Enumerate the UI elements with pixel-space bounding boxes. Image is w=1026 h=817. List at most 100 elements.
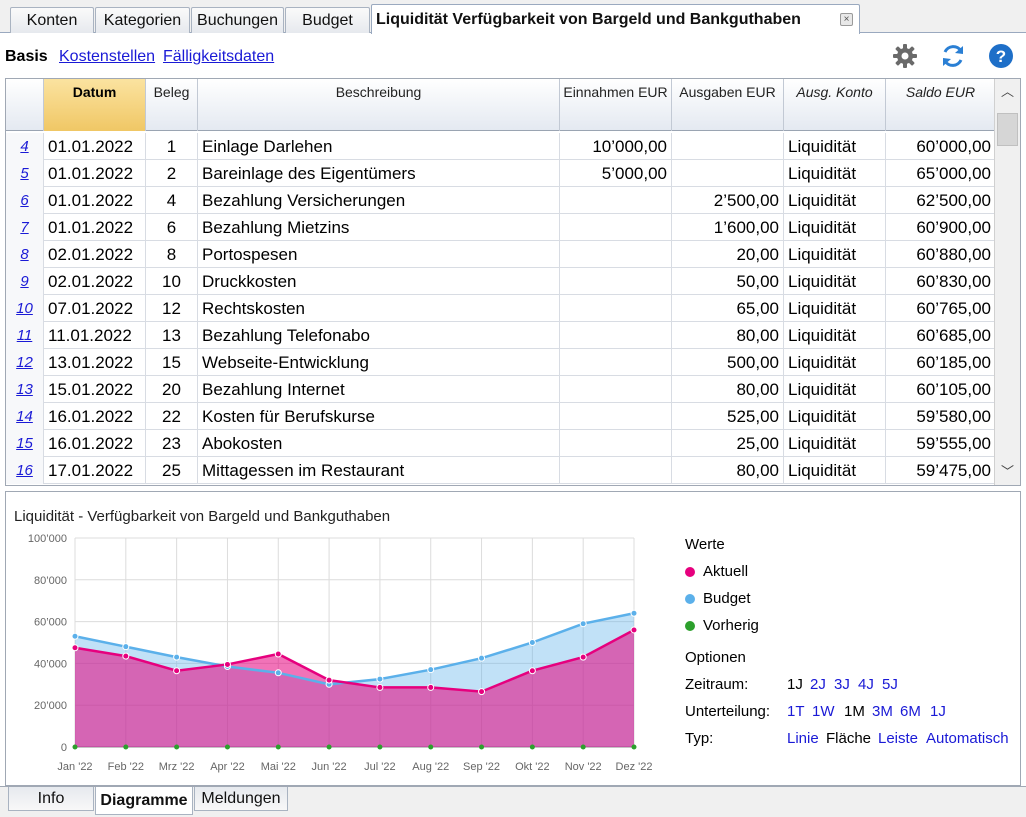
cell-beleg[interactable]: 2 <box>146 160 198 187</box>
legend-item-aktuell[interactable]: Aktuell <box>685 563 748 580</box>
cell-beleg[interactable]: 13 <box>146 322 198 349</box>
cell-beschreibung[interactable]: Abokosten <box>198 430 560 457</box>
cell-datum[interactable]: 01.01.2022 <box>44 214 146 241</box>
table-row[interactable]: 7 01.01.2022 6 Bezahlung Mietzins 1’600,00 Li… <box>6 214 996 241</box>
tab-meldungen[interactable]: Meldungen <box>194 787 288 811</box>
cell-saldo[interactable]: 60’900,00 <box>886 214 996 241</box>
row-number[interactable]: 10 <box>6 295 44 322</box>
table-row[interactable]: 4 01.01.2022 1 Einlage Darlehen 10’000,00 Liq… <box>6 133 996 160</box>
scroll-thumb[interactable] <box>997 113 1018 146</box>
zeitraum-4j[interactable]: 4J <box>858 676 874 693</box>
table-row[interactable]: 8 02.01.2022 8 Portospesen 20,00 Liquidität 60… <box>6 241 996 268</box>
unterteilung-3m[interactable]: 3M <box>872 703 893 720</box>
cell-konto[interactable]: Liquidität <box>784 349 886 376</box>
view-kostenstellen[interactable]: Kostenstellen <box>59 48 155 66</box>
cell-datum[interactable]: 16.01.2022 <box>44 403 146 430</box>
cell-ausgaben[interactable] <box>672 133 784 160</box>
cell-saldo[interactable]: 60’765,00 <box>886 295 996 322</box>
help-icon[interactable]: ? <box>987 42 1015 70</box>
cell-beschreibung[interactable]: Portospesen <box>198 241 560 268</box>
typ-linie[interactable]: Linie <box>787 730 819 747</box>
cell-konto[interactable]: Liquidität <box>784 376 886 403</box>
tab-budget[interactable]: Budget <box>285 7 370 33</box>
unterteilung-1w[interactable]: 1W <box>812 703 835 720</box>
cell-saldo[interactable]: 65’000,00 <box>886 160 996 187</box>
zeitraum-3j[interactable]: 3J <box>834 676 850 693</box>
cell-konto[interactable]: Liquidität <box>784 295 886 322</box>
cell-ausgaben[interactable]: 500,00 <box>672 349 784 376</box>
cell-beschreibung[interactable]: Bezahlung Versicherungen <box>198 187 560 214</box>
table-row[interactable]: 11 11.01.2022 13 Bezahlung Telefonabo 80,00 L… <box>6 322 996 349</box>
zeitraum-2j[interactable]: 2J <box>810 676 826 693</box>
row-number[interactable]: 15 <box>6 430 44 457</box>
unterteilung-1m[interactable]: 1M <box>844 703 865 720</box>
table-row[interactable]: 6 01.01.2022 4 Bezahlung Versicherungen 2’50… <box>6 187 996 214</box>
close-icon[interactable]: × <box>840 13 853 26</box>
table-row[interactable]: 14 16.01.2022 22 Kosten für Berufskurse 525,… <box>6 403 996 430</box>
row-number[interactable]: 4 <box>6 133 44 160</box>
table-row[interactable]: 12 13.01.2022 15 Webseite-Entwicklung 500,00… <box>6 349 996 376</box>
view-faelligkeitsdaten[interactable]: Fälligkeitsdaten <box>163 48 274 66</box>
header-datum[interactable]: Datum <box>44 79 146 131</box>
unterteilung-1t[interactable]: 1T <box>787 703 805 720</box>
legend-item-vorherig[interactable]: Vorherig <box>685 617 759 634</box>
cell-beleg[interactable]: 4 <box>146 187 198 214</box>
cell-datum[interactable]: 02.01.2022 <box>44 241 146 268</box>
cell-saldo[interactable]: 60’185,00 <box>886 349 996 376</box>
row-number[interactable]: 7 <box>6 214 44 241</box>
cell-konto[interactable]: Liquidität <box>784 241 886 268</box>
cell-konto[interactable]: Liquidität <box>784 457 886 484</box>
cell-datum[interactable]: 16.01.2022 <box>44 430 146 457</box>
cell-beleg[interactable]: 10 <box>146 268 198 295</box>
cell-einnahmen[interactable] <box>560 241 672 268</box>
table-row[interactable]: 16 17.01.2022 25 Mittagessen im Restaurant 8… <box>6 457 996 484</box>
cell-einnahmen[interactable] <box>560 322 672 349</box>
cell-saldo[interactable]: 60’880,00 <box>886 241 996 268</box>
row-number[interactable]: 9 <box>6 268 44 295</box>
cell-datum[interactable]: 01.01.2022 <box>44 187 146 214</box>
cell-beleg[interactable]: 1 <box>146 133 198 160</box>
unterteilung-1j[interactable]: 1J <box>930 703 946 720</box>
cell-datum[interactable]: 01.01.2022 <box>44 160 146 187</box>
row-number[interactable]: 16 <box>6 457 44 484</box>
cell-ausgaben[interactable] <box>672 160 784 187</box>
cell-saldo[interactable]: 59’580,00 <box>886 403 996 430</box>
cell-ausgaben[interactable]: 20,00 <box>672 241 784 268</box>
cell-beleg[interactable]: 6 <box>146 214 198 241</box>
table-row[interactable]: 5 01.01.2022 2 Bareinlage des Eigentümers 5’… <box>6 160 996 187</box>
unterteilung-6m[interactable]: 6M <box>900 703 921 720</box>
cell-konto[interactable]: Liquidität <box>784 214 886 241</box>
cell-konto[interactable]: Liquidität <box>784 187 886 214</box>
cell-saldo[interactable]: 60’000,00 <box>886 133 996 160</box>
cell-saldo[interactable]: 60’685,00 <box>886 322 996 349</box>
cell-beleg[interactable]: 25 <box>146 457 198 484</box>
cell-einnahmen[interactable] <box>560 268 672 295</box>
cell-beleg[interactable]: 12 <box>146 295 198 322</box>
cell-saldo[interactable]: 62’500,00 <box>886 187 996 214</box>
cell-konto[interactable]: Liquidität <box>784 430 886 457</box>
cell-einnahmen[interactable]: 5’000,00 <box>560 160 672 187</box>
tab-diagramme[interactable]: Diagramme <box>95 787 193 815</box>
cell-einnahmen[interactable] <box>560 214 672 241</box>
header-beleg[interactable]: Beleg <box>146 79 198 131</box>
cell-datum[interactable]: 13.01.2022 <box>44 349 146 376</box>
cell-datum[interactable]: 11.01.2022 <box>44 322 146 349</box>
gear-icon[interactable] <box>891 42 919 70</box>
row-number[interactable]: 5 <box>6 160 44 187</box>
cell-beschreibung[interactable]: Bezahlung Telefonabo <box>198 322 560 349</box>
tab-kategorien[interactable]: Kategorien <box>95 7 190 33</box>
header-ausgaben[interactable]: Ausgaben EUR <box>672 79 784 131</box>
cell-konto[interactable]: Liquidität <box>784 322 886 349</box>
cell-einnahmen[interactable] <box>560 403 672 430</box>
table-scrollbar[interactable]: ︿ ﹀ <box>994 79 1020 485</box>
cell-ausgaben[interactable]: 525,00 <box>672 403 784 430</box>
cell-beleg[interactable]: 23 <box>146 430 198 457</box>
cell-saldo[interactable]: 59’475,00 <box>886 457 996 484</box>
cell-beleg[interactable]: 20 <box>146 376 198 403</box>
cell-beschreibung[interactable]: Mittagessen im Restaurant <box>198 457 560 484</box>
cell-ausgaben[interactable]: 25,00 <box>672 430 784 457</box>
tab-buchungen[interactable]: Buchungen <box>191 7 284 33</box>
cell-datum[interactable]: 07.01.2022 <box>44 295 146 322</box>
row-number[interactable]: 14 <box>6 403 44 430</box>
cell-ausgaben[interactable]: 50,00 <box>672 268 784 295</box>
